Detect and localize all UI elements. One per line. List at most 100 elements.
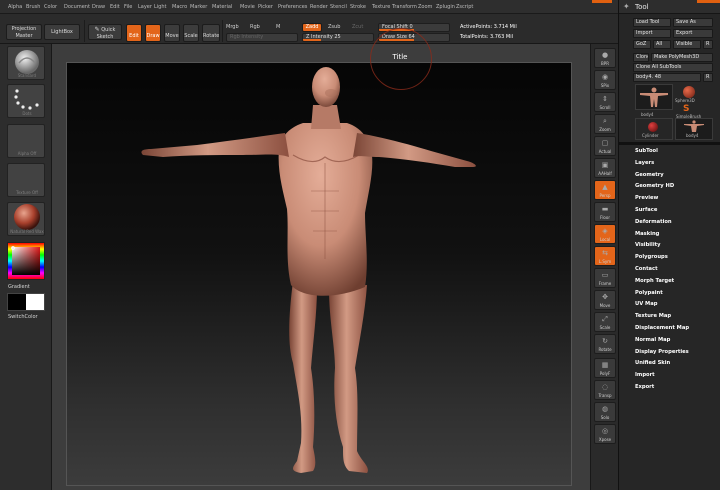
switch-color-button[interactable]: SwitchColor (8, 314, 38, 320)
menu-item-picker[interactable]: Picker (258, 4, 273, 10)
shelf-button-spix[interactable]: ◉ SPix (594, 70, 616, 90)
draw-button[interactable]: Draw (145, 24, 161, 42)
section-preview[interactable]: Preview (635, 195, 658, 201)
menu-item-edit[interactable]: Edit (110, 4, 120, 10)
section-contact[interactable]: Contact (635, 266, 658, 272)
projection-master-button[interactable]: Projection Master (6, 24, 42, 40)
edit-button[interactable]: Edit (126, 24, 142, 42)
shelf-button-floor[interactable]: ▬ Floor (594, 202, 616, 222)
rgb-intensity-slider[interactable]: Rgb Intensity (226, 33, 298, 42)
import-button[interactable]: Import (633, 29, 671, 38)
mrgb-toggle[interactable]: Mrgb (226, 24, 239, 30)
color-swatches[interactable] (7, 293, 45, 311)
current-tool-slider[interactable]: body4. 48 (633, 73, 701, 82)
clone-all-subtools-button[interactable]: Clone All SubTools (633, 63, 713, 72)
export-button[interactable]: Export (673, 29, 713, 38)
lightbox-button[interactable]: LightBox (44, 24, 80, 40)
tool-thumb-body-small[interactable]: body4 (675, 118, 713, 140)
simplebrush-icon[interactable]: S (683, 105, 693, 114)
save-as-button[interactable]: Save As (673, 18, 713, 27)
move-button[interactable]: Move (164, 24, 180, 42)
menu-item-document[interactable]: Document (64, 4, 90, 10)
section-normal-map[interactable]: Normal Map (635, 337, 670, 343)
menu-item-brush[interactable]: Brush (26, 4, 40, 10)
material-selector[interactable]: Natural Red Wax (7, 202, 45, 236)
shelf-button-frame[interactable]: ▭ Frame (594, 268, 616, 288)
shelf-button-move[interactable]: ✥ Move (594, 290, 616, 310)
zcut-button[interactable]: Zcut (352, 24, 363, 30)
menu-item-layer[interactable]: Layer (138, 4, 152, 10)
clone-button[interactable]: Clone (633, 53, 649, 62)
shelf-button-polyf[interactable]: ▦ PolyF (594, 358, 616, 378)
sphere3d-icon[interactable] (683, 86, 695, 98)
zsub-button[interactable]: Zsub (328, 24, 340, 30)
quick-sketch-button[interactable]: ✎ Quick Sketch (88, 24, 122, 40)
section-unified-skin[interactable]: Unified Skin (635, 360, 670, 366)
z-intensity-slider[interactable]: Z Intensity 25 (302, 33, 374, 42)
menu-item-material[interactable]: Material (212, 4, 232, 10)
shelf-button-scroll[interactable]: ⇕ Scroll (594, 92, 616, 112)
shelf-button-persp[interactable]: ▲ Persp (594, 180, 616, 200)
section-subtool[interactable]: SubTool (635, 148, 658, 154)
menu-item-zscript[interactable]: Zscript (456, 4, 473, 10)
r-button[interactable]: R (703, 40, 713, 49)
m-toggle[interactable]: M (276, 24, 280, 30)
rotate-button[interactable]: Rotate (202, 24, 220, 42)
menu-item-light[interactable]: Light (154, 4, 166, 10)
brush-selector[interactable]: Standard (7, 46, 45, 80)
stroke-selector[interactable]: Dots (7, 84, 45, 118)
menu-item-render[interactable]: Render (310, 4, 328, 10)
all-button[interactable]: All (653, 40, 671, 49)
menu-item-movie[interactable]: Movie (240, 4, 255, 10)
texture-selector[interactable]: Texture Off (7, 163, 45, 197)
make-polymesh-button[interactable]: Make PolyMesh3D (651, 53, 713, 62)
secondary-color-swatch[interactable] (26, 294, 44, 310)
shelf-button-rotate[interactable]: ↻ Rotate (594, 334, 616, 354)
menu-item-color[interactable]: Color (44, 4, 57, 10)
shelf-button-lsym[interactable]: ⇆ L.Sym (594, 246, 616, 266)
menu-item-alpha[interactable]: Alpha (8, 4, 22, 10)
menu-item-marker[interactable]: Marker (190, 4, 207, 10)
scale-button[interactable]: Scale (183, 24, 199, 42)
menu-item-zplugin[interactable]: Zplugin (436, 4, 455, 10)
rgb-toggle[interactable]: Rgb (250, 24, 260, 30)
menu-item-macro[interactable]: Macro (172, 4, 187, 10)
color-picker[interactable] (7, 242, 45, 280)
gradient-label[interactable]: Gradient (8, 284, 30, 290)
section-morph-target[interactable]: Morph Target (635, 278, 674, 284)
section-display-properties[interactable]: Display Properties (635, 349, 689, 355)
section-texture-map[interactable]: Texture Map (635, 313, 671, 319)
section-deformation[interactable]: Deformation (635, 219, 672, 225)
menu-item-file[interactable]: File (124, 4, 132, 10)
shelf-button-local[interactable]: ◈ Local (594, 224, 616, 244)
menu-item-transform[interactable]: Transform (392, 4, 417, 10)
section-uv-map[interactable]: UV Map (635, 301, 657, 307)
tool-thumb-body[interactable] (635, 84, 673, 110)
section-polypaint[interactable]: Polypaint (635, 290, 663, 296)
male-figure-model[interactable] (67, 63, 571, 485)
tool-thumb-cylinder[interactable]: Cylinder (635, 118, 673, 140)
menu-item-preferences[interactable]: Preferences (278, 4, 307, 10)
primary-color-swatch[interactable] (8, 294, 26, 310)
zadd-button[interactable]: Zadd (302, 23, 322, 32)
menu-item-draw[interactable]: Draw (92, 4, 105, 10)
section-export[interactable]: Export (635, 384, 654, 390)
alpha-selector[interactable]: Alpha Off (7, 124, 45, 158)
3d-viewport[interactable] (66, 62, 572, 486)
section-surface[interactable]: Surface (635, 207, 657, 213)
goz-button[interactable]: GoZ (633, 40, 651, 49)
shelf-button-actual[interactable]: ▢ Actual (594, 136, 616, 156)
shelf-button-aahalf[interactable]: ▣ AAHalf (594, 158, 616, 178)
section-geometry-hd[interactable]: Geometry HD (635, 183, 674, 189)
section-displacement-map[interactable]: Displacement Map (635, 325, 689, 331)
section-geometry[interactable]: Geometry (635, 172, 664, 178)
section-masking[interactable]: Masking (635, 231, 659, 237)
shelf-button-solo[interactable]: ◍ Solo (594, 402, 616, 422)
shelf-button-zoom[interactable]: ⌕ Zoom (594, 114, 616, 134)
section-visibility[interactable]: Visibility (635, 242, 660, 248)
section-layers[interactable]: Layers (635, 160, 654, 166)
section-import[interactable]: Import (635, 372, 655, 378)
r-button[interactable]: R (703, 73, 713, 82)
visible-button[interactable]: Visible (673, 40, 701, 49)
shelf-button-transp[interactable]: ◌ Transp (594, 380, 616, 400)
